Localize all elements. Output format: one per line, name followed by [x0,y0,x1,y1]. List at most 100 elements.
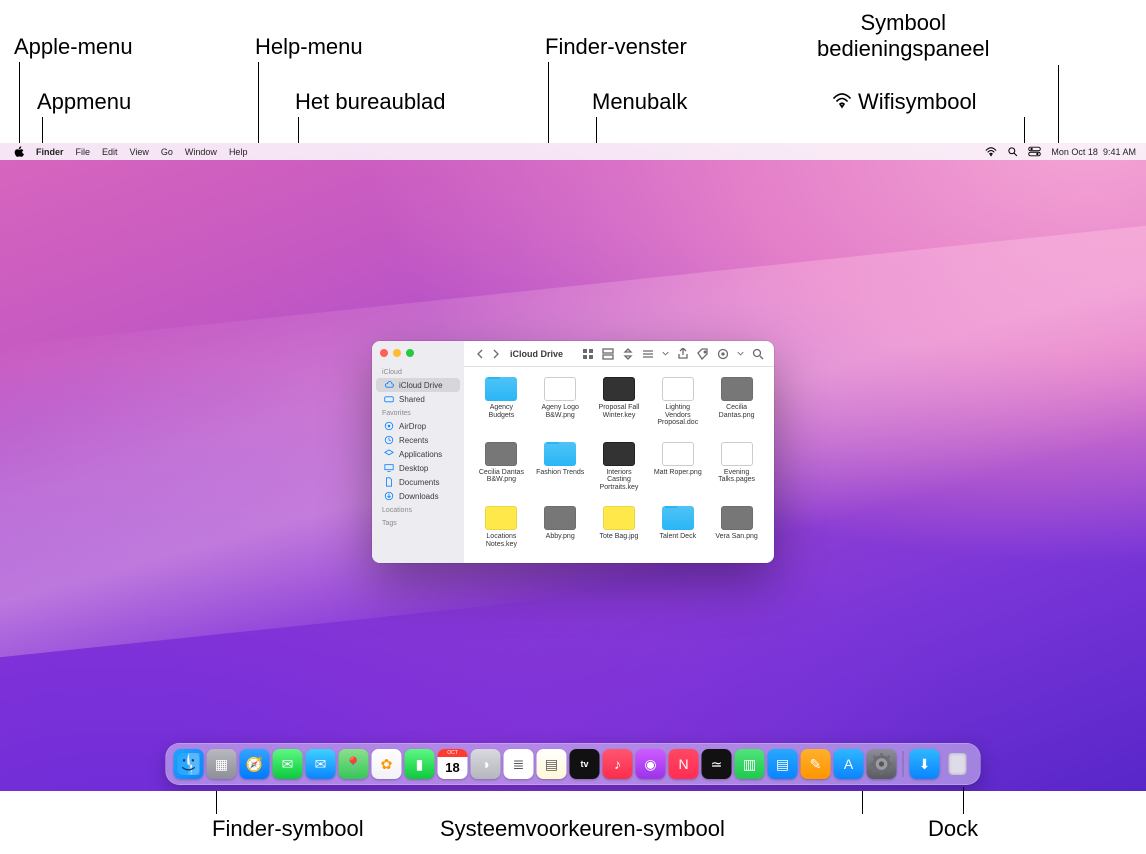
minimize-button[interactable] [393,349,401,357]
chevron-down-icon[interactable] [662,350,669,357]
file-label: Tote Bag.jpg [600,533,639,541]
file-item[interactable]: Abby.png [533,506,588,557]
action-icon[interactable] [717,348,729,360]
file-item[interactable]: Proposal Fall Winter.key [592,377,647,436]
finder-grid[interactable]: Agency Budgets Ageny Logo B&W.png Proposal… [464,367,774,563]
sidebar-item[interactable]: Recents [376,433,460,447]
apple-logo-icon [14,146,24,158]
menu-view[interactable]: View [124,147,155,157]
anno-dock: Dock [928,816,978,842]
search-icon[interactable] [752,348,764,360]
sidebar-item[interactable]: AirDrop [376,419,460,433]
sidebar-header: iCloud [372,365,464,378]
file-label: Ageny Logo B&W.png [535,404,585,419]
sidebar-item[interactable]: iCloud Drive [376,378,460,392]
back-icon[interactable] [474,348,486,360]
sidebar-header: Locations [372,503,464,516]
file-item[interactable]: Cecilia Dantas.png [709,377,764,436]
file-item[interactable]: Lighting Vendors Proposal.doc [650,377,705,436]
dock-finder[interactable] [174,749,204,779]
dock-facetime[interactable]: ▮ [405,749,435,779]
updown-icon[interactable] [622,348,634,360]
dock-calendar[interactable]: OCT18 [438,749,468,779]
finder-sidebar: iCloudiCloud DriveSharedFavoritesAirDrop… [372,341,464,563]
finder-window[interactable]: iCloudiCloud DriveSharedFavoritesAirDrop… [372,341,774,563]
anno-apple-menu: Apple-menu [14,34,133,60]
dock-downloads[interactable]: ⬇ [910,749,940,779]
file-label: Cecilia Dantas.png [712,404,762,419]
dock-podcasts[interactable]: ◉ [636,749,666,779]
dock-launchpad[interactable]: ▦ [207,749,237,779]
file-item[interactable]: Talent Deck [650,506,705,557]
sidebar-item[interactable]: Documents [376,475,460,489]
file-item[interactable]: Fashion Trends [533,442,588,501]
chevron-down-icon[interactable] [737,350,744,357]
folder-thumb-icon [485,377,517,401]
photo-thumb-icon [544,506,576,530]
dock-system-preferences[interactable] [867,749,897,779]
dock-reminders[interactable]: ≣ [504,749,534,779]
dock-mail[interactable]: ✉ [306,749,336,779]
file-item[interactable]: Agency Budgets [474,377,529,436]
doc-thumb-icon [544,377,576,401]
menu-go[interactable]: Go [155,147,179,157]
share-icon[interactable] [677,348,689,360]
dock-numbers[interactable]: ▥ [735,749,765,779]
dock-contacts[interactable]: ◑ [471,749,501,779]
dock-safari[interactable]: 🧭 [240,749,270,779]
anno-control-center: Symbool bedieningspaneel [817,10,990,62]
dock-messages[interactable]: ✉ [273,749,303,779]
view-icons-icon[interactable] [582,348,594,360]
close-button[interactable] [380,349,388,357]
dock-maps[interactable]: 📍 [339,749,369,779]
tag-icon[interactable] [697,348,709,360]
photo-thumb-icon [485,442,517,466]
menu-file[interactable]: File [70,147,97,157]
dock[interactable]: ▦🧭✉✉📍✿▮OCT18◑≣▤ tv♪◉N≃▥▤✎A⬇ [166,743,981,785]
file-item[interactable]: Cecilia Dantas B&W.png [474,442,529,501]
anno-wifi: Wifisymbool [858,89,977,115]
wifi-status-icon[interactable] [985,147,997,157]
dock-stocks[interactable]: ≃ [702,749,732,779]
dock-keynote[interactable]: ▤ [768,749,798,779]
menubar-date[interactable]: Mon Oct 18 9:41 AM [1051,147,1136,157]
sidebar-item[interactable]: Shared [376,392,460,406]
file-label: Evening Talks.pages [712,469,762,484]
desktop[interactable]: Finder File Edit View Go Window Help Mon… [0,143,1146,791]
dock-music[interactable]: ♪ [603,749,633,779]
view-options-icon[interactable] [642,348,654,360]
file-label: Matt Roper.png [654,469,702,477]
photo-thumb-icon [721,506,753,530]
spotlight-icon[interactable] [1007,146,1018,157]
file-item[interactable]: Tote Bag.jpg [592,506,647,557]
file-label: Lighting Vendors Proposal.doc [653,404,703,427]
file-item[interactable]: Vera San.png [709,506,764,557]
menu-edit[interactable]: Edit [96,147,124,157]
apple-menu[interactable] [8,146,30,158]
dock-tv[interactable]: tv [570,749,600,779]
file-item[interactable]: Interiors Casting Portraits.key [592,442,647,501]
dock-app-store[interactable]: A [834,749,864,779]
forward-icon[interactable] [490,348,502,360]
file-item[interactable]: Matt Roper.png [650,442,705,501]
sidebar-item[interactable]: Desktop [376,461,460,475]
dock-notes[interactable]: ▤ [537,749,567,779]
sidebar-item[interactable]: Applications [376,447,460,461]
file-item[interactable]: Ageny Logo B&W.png [533,377,588,436]
menu-help[interactable]: Help [223,147,254,157]
dock-trash[interactable] [943,749,973,779]
dock-pages[interactable]: ✎ [801,749,831,779]
file-item[interactable]: Evening Talks.pages [709,442,764,501]
control-center-icon[interactable] [1028,146,1041,157]
group-icon[interactable] [602,348,614,360]
doc-thumb-icon [721,442,753,466]
zoom-button[interactable] [406,349,414,357]
dock-separator [903,751,904,777]
dock-news[interactable]: N [669,749,699,779]
file-item[interactable]: Locations Notes.key [474,506,529,557]
anno-finder-icon: Finder-symbool [212,816,364,842]
dock-photos[interactable]: ✿ [372,749,402,779]
sidebar-item[interactable]: Downloads [376,489,460,503]
app-menu[interactable]: Finder [30,147,70,157]
menu-window[interactable]: Window [179,147,223,157]
